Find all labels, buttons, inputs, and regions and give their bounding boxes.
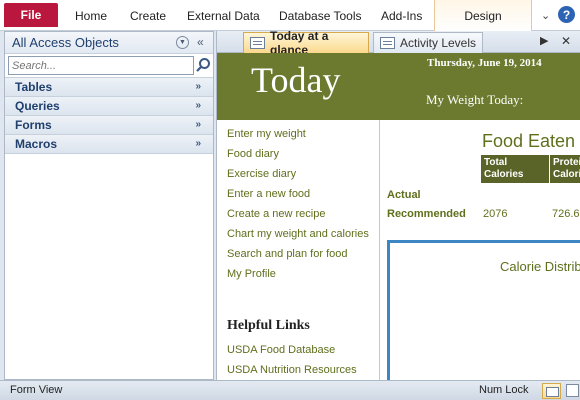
tab-database-tools[interactable]: Database Tools bbox=[279, 9, 362, 23]
document-area: Today at a glance Activity Levels ▶ ✕ To… bbox=[216, 29, 580, 380]
calorie-distribution-chart: Calorie Distribution bbox=[387, 240, 580, 380]
status-view-label: Form View bbox=[10, 384, 63, 396]
expand-icon: » bbox=[195, 138, 201, 149]
nav-group-label: Tables bbox=[15, 80, 53, 94]
expand-icon: » bbox=[195, 81, 201, 92]
tab-activity-levels[interactable]: Activity Levels bbox=[373, 32, 483, 53]
link-usda-food-database[interactable]: USDA Food Database bbox=[227, 344, 335, 356]
chart-title: Calorie Distribution bbox=[500, 259, 580, 274]
tab-design-label: Design bbox=[464, 8, 502, 23]
nav-group-forms[interactable]: Forms » bbox=[5, 116, 213, 135]
food-eaten-title: Food Eaten bbox=[482, 131, 576, 151]
row-recommended-label: Recommended bbox=[387, 208, 466, 220]
form-icon bbox=[250, 37, 265, 49]
tab-today-at-a-glance[interactable]: Today at a glance bbox=[243, 29, 369, 57]
file-tab[interactable]: File bbox=[4, 3, 58, 27]
recommended-total-calories: 2076 bbox=[483, 208, 508, 220]
tab-create[interactable]: Create bbox=[130, 9, 166, 23]
nav-group-label: Forms bbox=[15, 118, 52, 132]
nav-search-row bbox=[5, 54, 213, 78]
helpful-links-heading: Helpful Links bbox=[227, 318, 310, 333]
ribbon-minimize-icon[interactable]: ⌄ bbox=[541, 9, 550, 22]
food-eaten-panel: Food Eaten Total Calories Protein Calori… bbox=[381, 120, 580, 380]
page-title: Today bbox=[251, 60, 341, 100]
tab-home[interactable]: Home bbox=[75, 9, 107, 23]
row-actual-label: Actual bbox=[387, 189, 421, 201]
design-view-icon[interactable] bbox=[566, 384, 579, 397]
link-enter-new-food[interactable]: Enter a new food bbox=[227, 188, 310, 200]
form-header-banner: Today Thursday, June 19, 2014 My Weight … bbox=[217, 53, 580, 120]
recommended-protein-calories: 726.6 bbox=[552, 208, 580, 220]
close-icon[interactable]: ✕ bbox=[561, 34, 571, 48]
document-tabs-bar: Today at a glance Activity Levels ▶ ✕ bbox=[217, 29, 580, 57]
link-exercise-diary[interactable]: Exercise diary bbox=[227, 168, 296, 180]
status-num-lock: Num Lock bbox=[479, 384, 529, 396]
nav-group-label: Queries bbox=[15, 99, 60, 113]
nav-group-macros[interactable]: Macros » bbox=[5, 135, 213, 154]
tab-design[interactable]: Design bbox=[434, 0, 532, 31]
link-food-diary[interactable]: Food diary bbox=[227, 148, 279, 160]
help-icon[interactable]: ? bbox=[558, 6, 575, 23]
link-create-recipe[interactable]: Create a new recipe bbox=[227, 208, 325, 220]
collapse-pane-icon[interactable]: « bbox=[197, 35, 204, 49]
status-bar: Form View Num Lock bbox=[0, 380, 580, 400]
nav-group-label: Macros bbox=[15, 137, 58, 151]
navigation-pane: All Access Objects ▼ « Tables» Queries» … bbox=[4, 31, 214, 380]
date-label: Thursday, June 19, 2014 bbox=[427, 57, 542, 69]
tab-add-ins[interactable]: Add-Ins bbox=[381, 9, 422, 23]
nav-pane-title: All Access Objects bbox=[12, 35, 119, 50]
links-column: Enter my weight Food diary Exercise diar… bbox=[217, 120, 380, 380]
ribbon-tabs: File Home Create External Data Database … bbox=[0, 0, 580, 31]
header-total-calories: Total Calories bbox=[481, 155, 549, 183]
link-usda-nutrition[interactable]: USDA Nutrition Resources bbox=[227, 364, 357, 376]
doc-tab-label: Activity Levels bbox=[400, 36, 477, 50]
header-protein-calories: Protein Calories bbox=[550, 155, 580, 183]
chevron-down-icon[interactable]: ▼ bbox=[176, 36, 189, 49]
link-search-plan[interactable]: Search and plan for food bbox=[227, 248, 347, 260]
search-input[interactable] bbox=[8, 56, 194, 75]
expand-icon: » bbox=[195, 100, 201, 111]
tab-external-data[interactable]: External Data bbox=[187, 9, 260, 23]
form-icon bbox=[380, 37, 395, 49]
expand-icon: » bbox=[195, 119, 201, 130]
scroll-right-icon[interactable]: ▶ bbox=[540, 34, 548, 47]
weight-label: My Weight Today: bbox=[426, 92, 524, 107]
link-my-profile[interactable]: My Profile bbox=[227, 268, 276, 280]
form-view-icon[interactable] bbox=[542, 383, 561, 399]
link-enter-weight[interactable]: Enter my weight bbox=[227, 128, 306, 140]
search-icon[interactable] bbox=[195, 57, 211, 73]
nav-pane-header[interactable]: All Access Objects ▼ « bbox=[5, 32, 213, 54]
nav-group-tables[interactable]: Tables » bbox=[5, 78, 213, 97]
nav-group-queries[interactable]: Queries » bbox=[5, 97, 213, 116]
link-chart-weight[interactable]: Chart my weight and calories bbox=[227, 228, 369, 240]
